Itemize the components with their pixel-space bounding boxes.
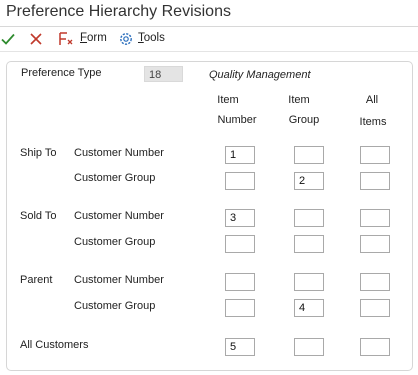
ship-to-customer-group-item-group-input[interactable] [294, 172, 324, 190]
sold-to-customer-group-item-group-input[interactable] [294, 235, 324, 253]
col-header-item-group-line1: Item [288, 94, 310, 106]
col-header-item-number-line2: Number [217, 114, 257, 126]
parent-customer-group-item-group-input[interactable] [294, 299, 324, 317]
form-panel [6, 61, 413, 371]
col-header-item-number-line1: Item [217, 94, 239, 106]
tools-label-rest: ools [143, 32, 165, 44]
x-icon[interactable] [28, 31, 44, 47]
ship-to-customer-group-item-number-input[interactable] [225, 172, 255, 190]
parent-customer-number-all-items-input[interactable] [360, 273, 390, 291]
group-label-ship-to: Ship To [20, 147, 57, 159]
parent-customer-number-item-group-input[interactable] [294, 273, 324, 291]
all-customers-label: All Customers [20, 339, 89, 351]
gear-icon [120, 33, 132, 45]
window-title: Preference Hierarchy Revisions [6, 3, 231, 20]
ship-to-customer-number-label: Customer Number [74, 147, 164, 159]
toolbar: Form Tools [0, 26, 418, 52]
form-icon [59, 32, 73, 45]
ship-to-customer-group-all-items-input[interactable] [360, 172, 390, 190]
group-label-sold-to: Sold To [20, 210, 57, 222]
ship-to-customer-number-item-number-input[interactable] [225, 146, 255, 164]
tools-menu-button[interactable]: Tools [138, 32, 165, 44]
sold-to-customer-number-all-items-input[interactable] [360, 209, 390, 227]
col-header-item-group-line2: Group [288, 114, 320, 126]
parent-customer-number-label: Customer Number [74, 274, 164, 286]
parent-customer-group-label: Customer Group [74, 300, 156, 312]
col-header-all-items-line1: All [365, 94, 379, 106]
title-bar: Preference Hierarchy Revisions [0, 0, 418, 26]
sold-to-customer-number-item-group-input[interactable] [294, 209, 324, 227]
all-customers-item-group-input[interactable] [294, 338, 324, 356]
col-header-all-items-line2: Items [359, 116, 387, 128]
all-customers-item-number-input[interactable] [225, 338, 255, 356]
parent-customer-group-item-number-input[interactable] [225, 299, 255, 317]
ship-to-customer-number-all-items-input[interactable] [360, 146, 390, 164]
all-customers-all-items-input[interactable] [360, 338, 390, 356]
ship-to-customer-number-item-group-input[interactable] [294, 146, 324, 164]
sold-to-customer-number-item-number-input[interactable] [225, 209, 255, 227]
parent-customer-group-all-items-input[interactable] [360, 299, 390, 317]
group-label-parent: Parent [20, 274, 53, 286]
sold-to-customer-number-label: Customer Number [74, 210, 164, 222]
sold-to-customer-group-item-number-input[interactable] [225, 235, 255, 253]
ship-to-customer-group-label: Customer Group [74, 172, 156, 184]
form-accelerator: F [80, 32, 88, 44]
preference-type-field: 18 [144, 66, 183, 82]
preference-type-description: Quality Management [209, 69, 311, 81]
sold-to-customer-group-label: Customer Group [74, 236, 156, 248]
parent-customer-number-item-number-input[interactable] [225, 273, 255, 291]
sold-to-customer-group-all-items-input[interactable] [360, 235, 390, 253]
form-label-rest: orm [87, 32, 107, 44]
checkmark-icon[interactable] [0, 31, 16, 47]
preference-type-label: Preference Type [21, 67, 102, 79]
form-menu-button[interactable]: Form [80, 32, 107, 44]
